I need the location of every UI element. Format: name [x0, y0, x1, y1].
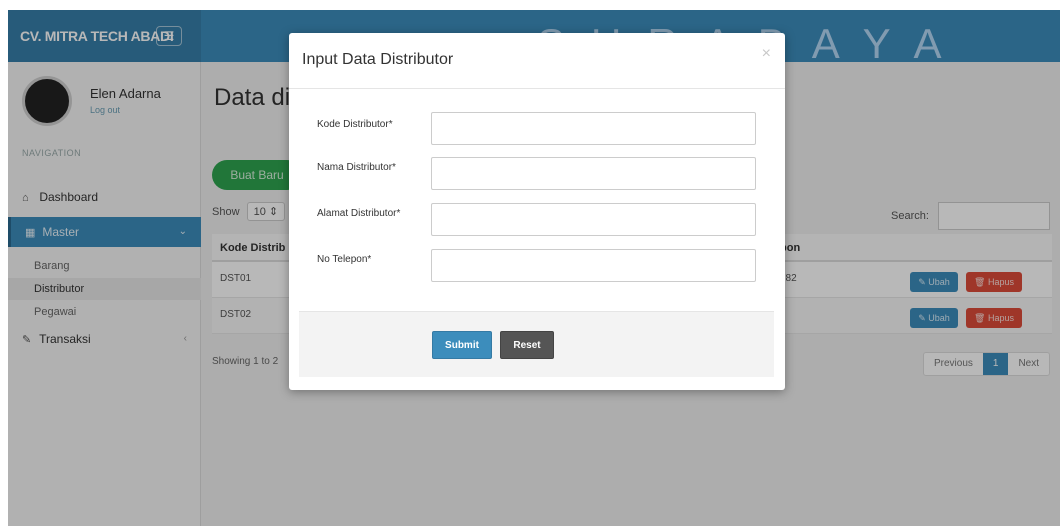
nama-distributor-input[interactable] — [431, 157, 756, 190]
close-icon[interactable]: × — [762, 45, 771, 63]
no-telepon-label: No Telepon* — [317, 254, 372, 265]
kode-distributor-label: Kode Distributor* — [317, 119, 393, 130]
nama-distributor-label: Nama Distributor* — [317, 162, 396, 173]
submit-button[interactable]: Submit — [432, 331, 492, 359]
alamat-distributor-label: Alamat Distributor* — [317, 208, 401, 219]
modal-header: Input Data Distributor × — [289, 33, 785, 89]
reset-button[interactable]: Reset — [500, 331, 554, 359]
kode-distributor-input[interactable] — [431, 112, 756, 145]
modal-footer: Submit Reset — [299, 311, 774, 377]
alamat-distributor-input[interactable] — [431, 203, 756, 236]
no-telepon-input[interactable] — [431, 249, 756, 282]
input-distributor-modal: Input Data Distributor × Kode Distributo… — [289, 33, 785, 390]
modal-title: Input Data Distributor — [302, 51, 454, 68]
